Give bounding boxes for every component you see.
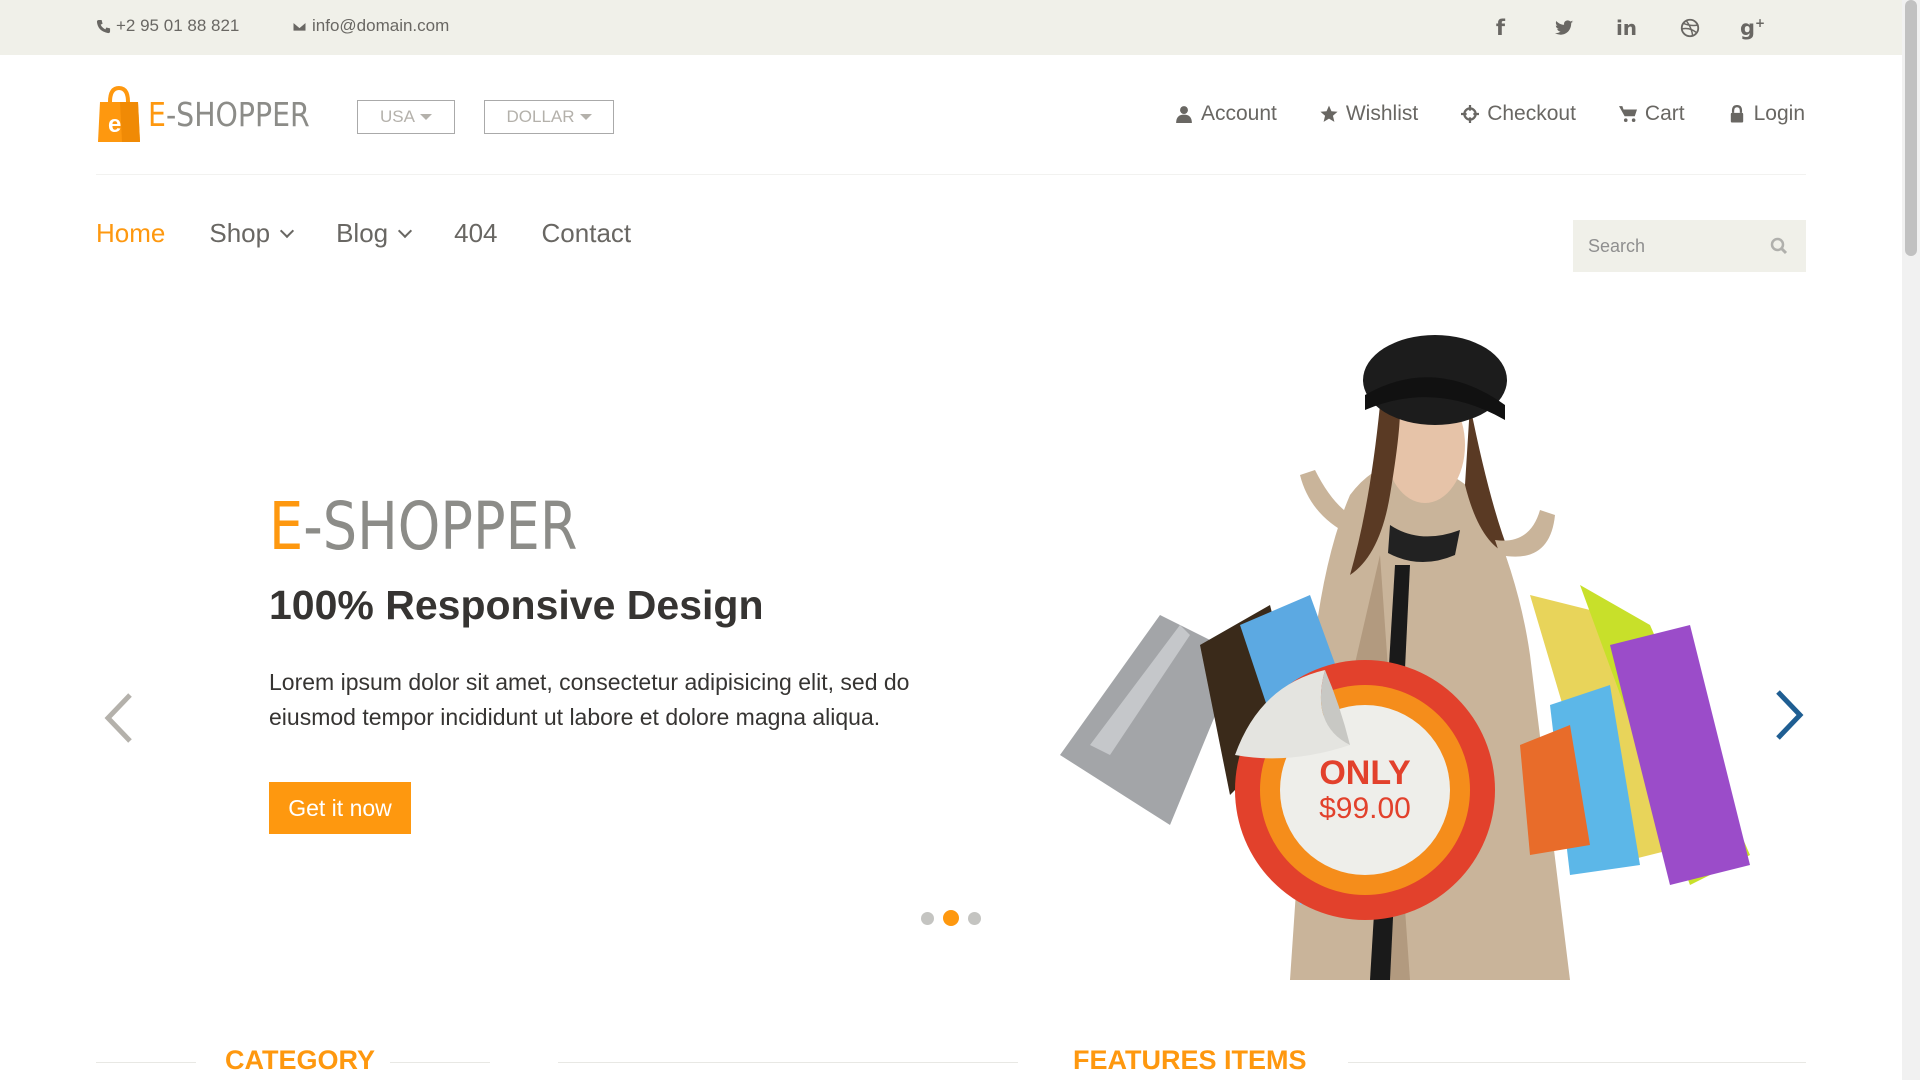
slide-title-e: E xyxy=(269,488,304,565)
nav-item-404[interactable]: 404 xyxy=(454,218,497,249)
country-dropdown[interactable]: USA xyxy=(357,100,455,134)
account-label: Account xyxy=(1200,102,1277,125)
wishlist-label: Wishlist xyxy=(1345,102,1419,125)
nav-blog-label: Blog xyxy=(336,218,389,248)
caret-down-icon xyxy=(579,114,592,120)
nav-item-blog[interactable]: Blog xyxy=(336,218,413,249)
phone-icon xyxy=(96,19,111,33)
cart-icon xyxy=(1618,106,1637,122)
facebook-link[interactable]: f xyxy=(1469,14,1532,42)
login-link[interactable]: Login xyxy=(1728,102,1805,126)
dribbble-link[interactable] xyxy=(1658,14,1721,42)
slider-next-arrow[interactable] xyxy=(1768,690,1808,740)
slider-indicators xyxy=(921,910,981,926)
svg-text:e: e xyxy=(108,111,121,138)
site-logo[interactable]: e E-SHOPPER xyxy=(96,84,336,144)
crosshairs-icon xyxy=(1461,105,1480,123)
search-icon[interactable] xyxy=(1770,237,1788,255)
dribbble-icon xyxy=(1680,18,1699,38)
features-divider-left xyxy=(558,1062,1018,1063)
chevron-left-icon xyxy=(104,693,132,743)
features-heading: FEATURES ITEMS xyxy=(1073,1045,1307,1075)
wishlist-link[interactable]: Wishlist xyxy=(1320,102,1418,126)
slide-description: Lorem ipsum dolor sit amet, consectetur … xyxy=(269,669,910,730)
features-divider-right xyxy=(1348,1062,1806,1063)
caret-down-icon xyxy=(419,114,432,120)
header-divider xyxy=(96,174,1806,175)
slide-title: E-SHOPPER xyxy=(269,488,577,565)
email-address: info@domain.com xyxy=(312,16,450,35)
user-menu: Account Wishlist Checkout Cart Login xyxy=(1132,102,1805,126)
page-scrollbar[interactable] xyxy=(1902,0,1920,1080)
currency-label: DOLLAR xyxy=(506,107,575,126)
twitter-link[interactable] xyxy=(1532,14,1595,42)
slide-title-rest: -SHOPPER xyxy=(303,488,578,565)
slider-prev-arrow[interactable] xyxy=(100,693,140,743)
nav-item-shop[interactable]: Shop xyxy=(209,218,295,249)
email-contact[interactable]: info@domain.com xyxy=(292,16,449,36)
nav-item-home[interactable]: Home xyxy=(96,218,165,249)
linkedin-icon: in xyxy=(1615,16,1638,40)
hero-shopping-woman-image xyxy=(1060,335,1750,980)
nav-404-label: 404 xyxy=(454,218,498,248)
checkout-label: Checkout xyxy=(1487,102,1576,125)
phone-number: +2 95 01 88 821 xyxy=(116,16,240,35)
price-badge-only: ONLY xyxy=(1319,754,1411,792)
twitter-icon xyxy=(1554,20,1573,35)
chevron-down-icon xyxy=(280,223,295,238)
logo-text-e: E xyxy=(148,94,166,134)
nav-item-contact[interactable]: Contact xyxy=(542,218,632,249)
scrollbar-thumb[interactable] xyxy=(1905,0,1917,256)
nav-home-label: Home xyxy=(96,218,166,248)
slide-indicator-1[interactable] xyxy=(921,911,934,925)
shopping-bag-logo-icon: e xyxy=(98,85,140,142)
category-heading: CATEGORY xyxy=(225,1045,376,1075)
category-divider-right xyxy=(390,1062,490,1063)
get-it-now-button[interactable]: Get it now xyxy=(269,782,411,834)
facebook-icon: f xyxy=(1495,16,1506,40)
price-badge-amount: $99.00 xyxy=(1319,792,1411,825)
cart-label: Cart xyxy=(1644,102,1685,125)
nav-shop-label: Shop xyxy=(209,218,271,248)
linkedin-link[interactable]: in xyxy=(1595,14,1658,42)
chevron-down-icon xyxy=(398,223,413,238)
user-icon xyxy=(1176,106,1192,123)
cart-link[interactable]: Cart xyxy=(1618,102,1685,126)
checkout-link[interactable]: Checkout xyxy=(1461,102,1576,126)
main-nav: Home Shop Blog 404 Contact xyxy=(96,218,675,249)
envelope-icon xyxy=(292,20,307,32)
slide-indicator-3[interactable] xyxy=(968,911,981,925)
logo-text: E-SHOPPER xyxy=(148,95,310,134)
social-links: f in g+ xyxy=(1469,14,1784,42)
nav-contact-label: Contact xyxy=(541,218,632,248)
slide-subtitle: 100% Responsive Design xyxy=(269,582,764,628)
google-plus-link[interactable]: g+ xyxy=(1721,14,1784,42)
login-label: Login xyxy=(1753,102,1805,125)
google-plus-icon: g+ xyxy=(1739,16,1766,40)
chevron-right-icon xyxy=(1776,690,1804,740)
star-icon xyxy=(1320,105,1338,122)
category-divider-left xyxy=(96,1062,196,1063)
currency-dropdown[interactable]: DOLLAR xyxy=(484,100,614,134)
phone-contact[interactable]: +2 95 01 88 821 xyxy=(96,16,239,36)
account-link[interactable]: Account xyxy=(1175,102,1277,126)
slide-indicator-2[interactable] xyxy=(943,910,959,926)
search-box xyxy=(1573,220,1806,272)
lock-icon xyxy=(1730,105,1743,123)
country-label: USA xyxy=(380,107,415,126)
logo-text-rest: -SHOPPER xyxy=(165,94,310,134)
top-bar: +2 95 01 88 821 info@domain.com f in g+ xyxy=(0,0,1902,55)
